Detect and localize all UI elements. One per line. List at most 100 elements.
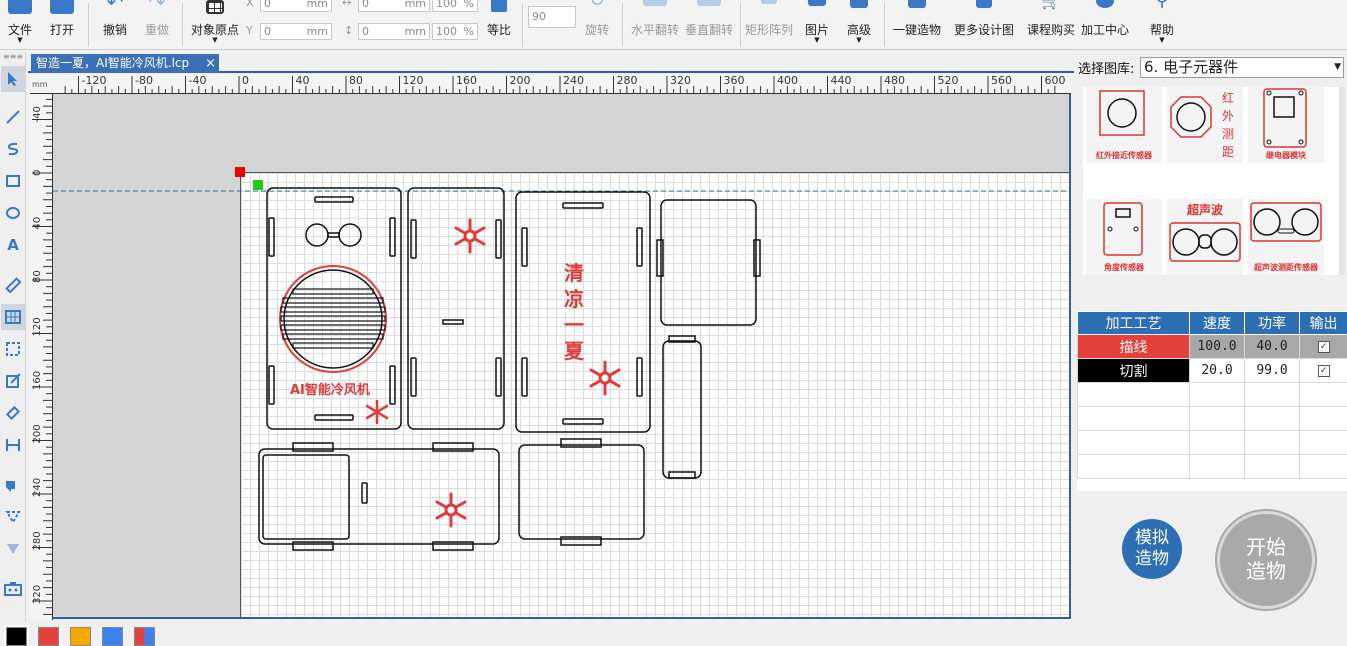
library-item[interactable]: 红外测距 <box>1167 87 1243 163</box>
close-icon[interactable]: × <box>205 54 216 73</box>
table-row[interactable]: 描线 100.0 40.0 ✓ <box>1077 334 1347 359</box>
library-item[interactable]: 超声波 <box>1167 199 1243 275</box>
start-making-button[interactable]: 开始 造物 <box>1217 511 1315 609</box>
process-name[interactable]: 描线 <box>1077 334 1190 359</box>
library-item[interactable]: 超声波测距传感器 <box>1248 199 1324 275</box>
cool-summer-char: 凉 <box>564 287 584 311</box>
vertical-ruler: -40 0 40 80 120 160 200 240 280 320 <box>30 94 53 620</box>
width-icon: ↔ <box>342 0 352 9</box>
origin-marker[interactable] <box>235 167 245 177</box>
curve-tool[interactable] <box>1 136 25 162</box>
undo-button[interactable]: ↶ 撤销 <box>98 0 132 50</box>
simulate-button[interactable]: 模拟 造物 <box>1122 519 1182 579</box>
course-purchase-button[interactable]: 🛒 课程购买 <box>1024 0 1078 50</box>
height-input[interactable]: 0 mm <box>358 23 430 40</box>
color-swatch-black[interactable] <box>4 625 29 646</box>
output-checkbox[interactable]: ✓ <box>1299 334 1347 359</box>
rotate-angle-input[interactable]: 90 <box>528 6 576 28</box>
keep-ratio-button[interactable]: 等比 <box>482 0 516 50</box>
rect-array-button[interactable]: 矩形阵列 <box>742 0 796 50</box>
ruler-tick-label: 240 <box>32 478 43 497</box>
x-position-input[interactable]: 0 mm <box>260 0 332 12</box>
color-swatch-red[interactable] <box>38 627 59 646</box>
ruler-tick-label: 160 <box>32 371 43 390</box>
file-button[interactable]: 文件 ▼ <box>2 0 38 50</box>
eraser-tool[interactable] <box>1 400 25 426</box>
transform-tool[interactable] <box>1 504 25 530</box>
crop-tool[interactable] <box>1 336 25 362</box>
speed-value[interactable]: 100.0 <box>1189 334 1245 359</box>
output-checkbox[interactable]: ✓ <box>1299 358 1347 383</box>
speed-value[interactable]: 20.0 <box>1189 358 1245 383</box>
scale-width-input[interactable]: 100% <box>432 0 478 12</box>
edit-node-tool[interactable] <box>1 368 25 394</box>
power-value[interactable]: 40.0 <box>1244 334 1300 359</box>
select-tool[interactable] <box>1 66 25 92</box>
one-click-make-button[interactable]: 一键造物 <box>890 0 944 50</box>
power-value[interactable]: 99.0 <box>1244 358 1300 383</box>
library-dropdown[interactable]: 6. 电子元器件 ▼ <box>1140 56 1344 78</box>
table-row[interactable]: 切割 20.0 99.0 ✓ <box>1077 358 1347 383</box>
box-icon <box>908 0 926 8</box>
process-center-button[interactable]: 加工中心 <box>1078 0 1132 50</box>
infrared-range-label: 红外测距 <box>1222 91 1235 159</box>
process-name[interactable]: 切割 <box>1077 358 1190 383</box>
right-panel: 选择图库: 6. 电子元器件 ▼ 红外接近传感器 红外测距 继电器模块 角度传感器… <box>1075 53 1347 623</box>
scale-height-input[interactable]: 100% <box>432 23 478 40</box>
ellipse-tool[interactable] <box>1 200 25 226</box>
ruler-tick-label: 80 <box>32 270 43 283</box>
help-button[interactable]: ⚲ 帮助 ▼ <box>1145 0 1179 50</box>
library-item[interactable]: 继电器模块 <box>1248 87 1324 163</box>
object-origin-button[interactable]: 对象原点 ▼ <box>188 0 242 50</box>
check-icon[interactable]: ✓ <box>1317 364 1330 377</box>
flip-horizontal-button[interactable]: 水平翻转 <box>628 0 682 50</box>
document-tab[interactable]: 智造一夏，AI智能冷风机.lcp × <box>31 54 219 73</box>
flip-vertical-button[interactable]: 垂直翻转 <box>682 0 736 50</box>
grid-tool[interactable] <box>1 304 25 330</box>
y-position-input[interactable]: 0 mm <box>260 23 332 40</box>
rectangle-tool[interactable] <box>1 168 25 194</box>
image-button[interactable]: 图片 ▼ <box>800 0 834 50</box>
ruler-tick-label: 440 <box>831 74 852 87</box>
width-input[interactable]: 0 mm <box>358 0 430 12</box>
cool-summer-char: 清 <box>564 261 584 285</box>
chevron-down-icon: ▼ <box>814 36 820 44</box>
ellipse-icon <box>6 207 20 219</box>
offset-tool[interactable] <box>1 536 25 562</box>
chevron-down-icon: ▼ <box>212 36 218 44</box>
color-swatch-blue[interactable] <box>102 627 123 646</box>
ruler-icon <box>5 277 21 293</box>
open-button[interactable]: 打开 <box>44 0 80 50</box>
speed-header: 速度 <box>1189 311 1245 335</box>
library-item[interactable]: 角度传感器 <box>1086 199 1162 275</box>
ruler-tick-label: 0 <box>32 170 43 176</box>
rotate-button[interactable]: ↻ 旋转 <box>580 0 614 50</box>
library-item[interactable]: 红外接近传感器 <box>1086 87 1162 163</box>
redo-button[interactable]: ↷ 重做 <box>140 0 174 50</box>
advanced-button[interactable]: 高级 ▼ <box>842 0 876 50</box>
color-swatch-multi[interactable] <box>134 627 155 646</box>
selection-handle[interactable] <box>253 180 263 190</box>
snowflake-icon <box>365 399 389 425</box>
ruler-tick-label: 200 <box>510 74 531 87</box>
process-center-icon <box>1096 0 1114 8</box>
more-designs-button[interactable]: 更多设计图 <box>950 0 1018 50</box>
lock-ratio-icon <box>491 0 507 12</box>
ruler-tick-label: 560 <box>991 74 1012 87</box>
transform-icon <box>5 511 21 524</box>
ruler-tick-label: -40 <box>189 74 207 87</box>
left-toolbox: ≡≡≡ A <box>0 52 26 622</box>
design-drawing[interactable]: AI智能冷风机 清 凉 一 夏 <box>53 94 1071 619</box>
color-palette-bar <box>0 622 1347 646</box>
device-tool[interactable] <box>1 576 25 602</box>
flip-vertical-icon <box>697 0 721 6</box>
color-swatch-orange[interactable] <box>70 627 91 646</box>
text-tool[interactable]: A <box>1 232 25 258</box>
design-canvas[interactable]: AI智能冷风机 清 凉 一 夏 <box>53 94 1071 619</box>
check-icon[interactable]: ✓ <box>1317 340 1330 353</box>
measure-tool[interactable] <box>1 272 25 298</box>
line-tool[interactable] <box>1 104 25 130</box>
ruler-tick-label: 160 <box>456 74 477 87</box>
fill-tool[interactable] <box>1 472 25 498</box>
align-tool[interactable] <box>1 432 25 458</box>
